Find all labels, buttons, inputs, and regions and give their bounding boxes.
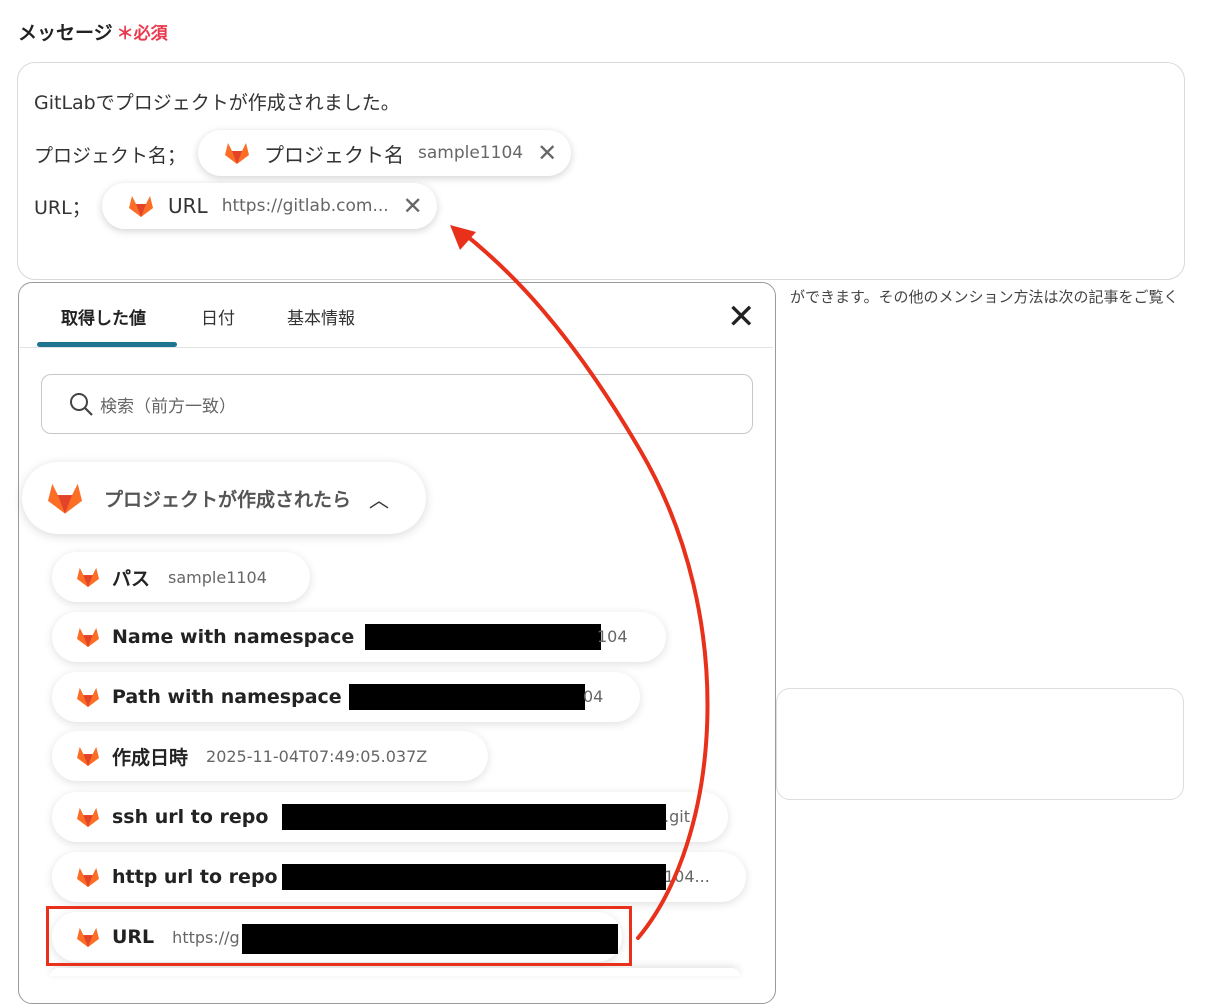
annotation-arrow: [450, 225, 710, 940]
